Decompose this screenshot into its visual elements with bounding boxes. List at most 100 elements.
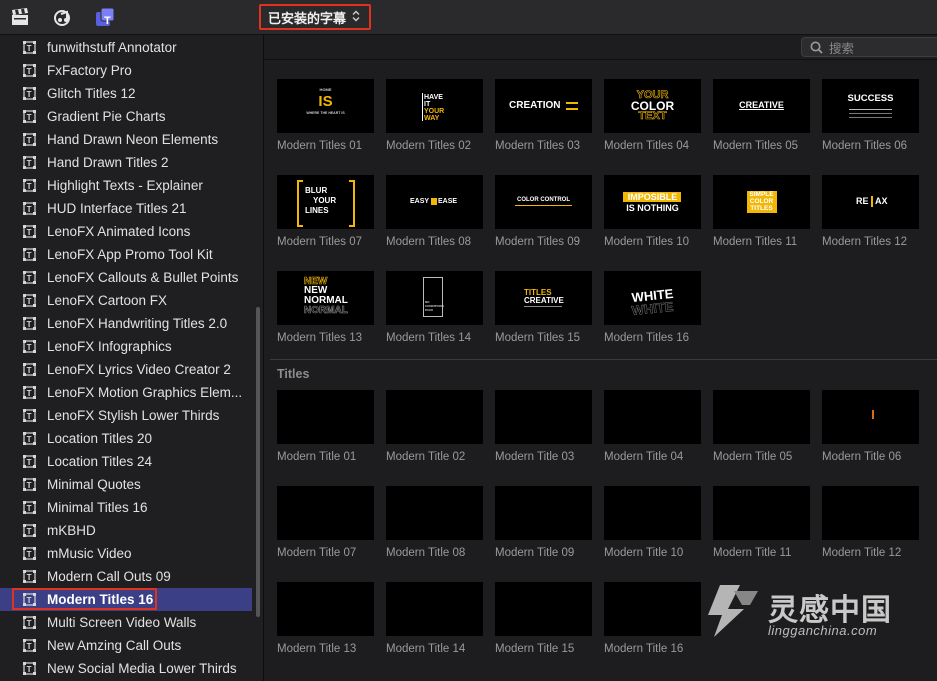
- title-tile[interactable]: Modern Title 08: [386, 486, 483, 559]
- title-thumbnail[interactable]: [386, 486, 483, 540]
- sidebar-item[interactable]: T Highlight Texts - Explainer: [0, 174, 252, 197]
- modern-title-thumbnail[interactable]: SUCCESS: [822, 79, 919, 133]
- modern-title-tile[interactable]: CREATIVE Modern Titles 05: [713, 79, 810, 152]
- sidebar-item[interactable]: T HUD Interface Titles 21: [0, 197, 252, 220]
- sidebar-item-selected[interactable]: T Modern Titles 16: [0, 588, 252, 611]
- modern-title-thumbnail[interactable]: SIMPLE COLOR TITLES: [713, 175, 810, 229]
- sidebar-item[interactable]: T LenoFX Cartoon FX: [0, 289, 252, 312]
- sidebar-item[interactable]: T LenoFX Motion Graphics Elem...: [0, 381, 252, 404]
- sidebar-item[interactable]: T Multi Screen Video Walls: [0, 611, 252, 634]
- modern-title-thumbnail[interactable]: TITLES CREATIVE: [495, 271, 592, 325]
- title-thumbnail[interactable]: [713, 486, 810, 540]
- sidebar-item[interactable]: T New Amzing Call Outs: [0, 634, 252, 657]
- modern-title-thumbnail[interactable]: COLOR CONTROL: [495, 175, 592, 229]
- modern-title-thumbnail[interactable]: CREATIVE: [713, 79, 810, 133]
- title-tile[interactable]: Modern Title 03: [495, 390, 592, 463]
- title-thumbnail[interactable]: [386, 582, 483, 636]
- modern-title-thumbnail[interactable]: YOUR COLOR TEXT: [604, 79, 701, 133]
- title-thumbnail[interactable]: [604, 390, 701, 444]
- title-tile[interactable]: Modern Title 14: [386, 582, 483, 655]
- sidebar-item[interactable]: TmKBHD: [0, 519, 252, 542]
- sidebar-item[interactable]: T Hand Drawn Titles 2: [0, 151, 252, 174]
- modern-title-tile[interactable]: EASY EASE Modern Titles 08: [386, 175, 483, 248]
- modern-title-thumbnail[interactable]: HAVE IT YOUR WAY: [386, 79, 483, 133]
- sidebar-scrollbar[interactable]: [256, 307, 260, 617]
- title-tile[interactable]: Modern Title 06: [822, 390, 919, 463]
- title-tile[interactable]: Modern Title 10: [604, 486, 701, 559]
- title-thumbnail[interactable]: [386, 390, 483, 444]
- sidebar-item[interactable]: T LenoFX App Promo Tool Kit: [0, 243, 252, 266]
- sidebar-item[interactable]: T LenoFX Stylish Lower Thirds: [0, 404, 252, 427]
- title-tile[interactable]: Modern Title 01: [277, 390, 374, 463]
- title-tile[interactable]: Modern Title 02: [386, 390, 483, 463]
- modern-title-thumbnail[interactable]: BLUR YOUR LINES: [277, 175, 374, 229]
- sidebar-item[interactable]: Tfunwithstuff Annotator: [0, 36, 252, 59]
- title-thumbnail[interactable]: [604, 582, 701, 636]
- sidebar-item[interactable]: T LenoFX Handwriting Titles 2.0: [0, 312, 252, 335]
- sidebar-item[interactable]: T Modern Call Outs 09: [0, 565, 252, 588]
- sidebar-item[interactable]: T LenoFX Infographics: [0, 335, 252, 358]
- title-tile[interactable]: Modern Title 04: [604, 390, 701, 463]
- title-thumbnail[interactable]: [277, 390, 374, 444]
- sidebar-item[interactable]: T Minimal Quotes: [0, 473, 252, 496]
- title-tile[interactable]: Modern Title 09: [495, 486, 592, 559]
- modern-title-tile[interactable]: HAVE IT YOUR WAY Modern Titles 02: [386, 79, 483, 152]
- title-tile[interactable]: Modern Title 16: [604, 582, 701, 655]
- modern-title-tile[interactable]: NEW NEW NORMAL NORMAL Modern Titles 13: [277, 271, 374, 344]
- sidebar-item[interactable]: T Location Titles 24: [0, 450, 252, 473]
- modern-title-thumbnail[interactable]: HOME IS WHERE THE HEART IS: [277, 79, 374, 133]
- modern-title-tile[interactable]: SIMPLE COLOR TITLES Modern Titles 11: [713, 175, 810, 248]
- modern-title-thumbnail[interactable]: IMPOSIBLE IS NOTHING: [604, 175, 701, 229]
- modern-title-thumbnail[interactable]: RE AX: [822, 175, 919, 229]
- modern-title-thumbnail[interactable]: EASY EASE: [386, 175, 483, 229]
- modern-title-tile[interactable]: WHITE WHITE Modern Titles 16: [604, 271, 701, 344]
- modern-title-tile[interactable]: SUCCESS Modern Titles 06: [822, 79, 919, 152]
- svg-text:T: T: [27, 113, 32, 122]
- music-photo-icon[interactable]: [53, 7, 73, 27]
- title-thumbnail[interactable]: [822, 390, 919, 444]
- modern-title-tile[interactable]: TITLES CREATIVE Modern Titles 15: [495, 271, 592, 344]
- modern-title-thumbnail[interactable]: WHITE WHITE: [604, 271, 701, 325]
- modern-title-tile[interactable]: YOUR COLOR TEXT Modern Titles 04: [604, 79, 701, 152]
- title-thumbnail[interactable]: [822, 486, 919, 540]
- modern-title-tile[interactable]: RE AX Modern Titles 12: [822, 175, 919, 248]
- sidebar-item[interactable]: T LenoFX Lyrics Video Creator 2: [0, 358, 252, 381]
- title-tile[interactable]: Modern Title 12: [822, 486, 919, 559]
- modern-title-tile[interactable]: IMPOSIBLE IS NOTHING Modern Titles 10: [604, 175, 701, 248]
- svg-text:T: T: [27, 596, 32, 605]
- title-tile[interactable]: Modern Title 11: [713, 486, 810, 559]
- sidebar-item[interactable]: T FxFactory Pro: [0, 59, 252, 82]
- sidebar-item[interactable]: T LenoFX Animated Icons: [0, 220, 252, 243]
- title-thumbnail[interactable]: [495, 582, 592, 636]
- title-thumbnail[interactable]: [277, 582, 374, 636]
- title-tile[interactable]: Modern Title 13: [277, 582, 374, 655]
- modern-title-tile[interactable]: HOME IS WHERE THE HEART IS Modern Titles 01: [277, 79, 374, 152]
- sidebar-item[interactable]: T Minimal Titles 16: [0, 496, 252, 519]
- title-thumbnail[interactable]: [277, 486, 374, 540]
- sidebar-item[interactable]: T Location Titles 20: [0, 427, 252, 450]
- title-tile[interactable]: Modern Title 07: [277, 486, 374, 559]
- modern-title-thumbnail[interactable]: CREATION: [495, 79, 592, 133]
- sidebar-item[interactable]: T Glitch Titles 12: [0, 82, 252, 105]
- title-thumbnail[interactable]: [495, 486, 592, 540]
- clapperboard-icon[interactable]: [10, 7, 30, 27]
- sidebar-item[interactable]: T LenoFX Callouts & Bullet Points: [0, 266, 252, 289]
- search-field[interactable]: 搜索: [801, 37, 937, 57]
- modern-title-tile[interactable]: BLUR YOUR LINES Modern Titles 07: [277, 175, 374, 248]
- modern-title-tile[interactable]: CREATION Modern Titles 03: [495, 79, 592, 152]
- titles-generators-icon[interactable]: T: [95, 7, 115, 27]
- sidebar-item[interactable]: TmMusic Video: [0, 542, 252, 565]
- title-tile[interactable]: Modern Title 05: [713, 390, 810, 463]
- title-thumbnail[interactable]: [495, 390, 592, 444]
- modern-title-tile[interactable]: NO CONDITIONS PACK Modern Titles 14: [386, 271, 483, 344]
- modern-title-tile[interactable]: COLOR CONTROL Modern Titles 09: [495, 175, 592, 248]
- installed-titles-dropdown[interactable]: 已安装的字幕: [259, 4, 371, 30]
- modern-title-thumbnail[interactable]: NO CONDITIONS PACK: [386, 271, 483, 325]
- sidebar-item[interactable]: T Hand Drawn Neon Elements: [0, 128, 252, 151]
- title-tile[interactable]: Modern Title 15: [495, 582, 592, 655]
- sidebar-item[interactable]: T New Social Media Lower Thirds: [0, 657, 252, 680]
- title-thumbnail[interactable]: [713, 390, 810, 444]
- modern-title-thumbnail[interactable]: NEW NEW NORMAL NORMAL: [277, 271, 374, 325]
- sidebar-item[interactable]: T Gradient Pie Charts: [0, 105, 252, 128]
- title-thumbnail[interactable]: [604, 486, 701, 540]
